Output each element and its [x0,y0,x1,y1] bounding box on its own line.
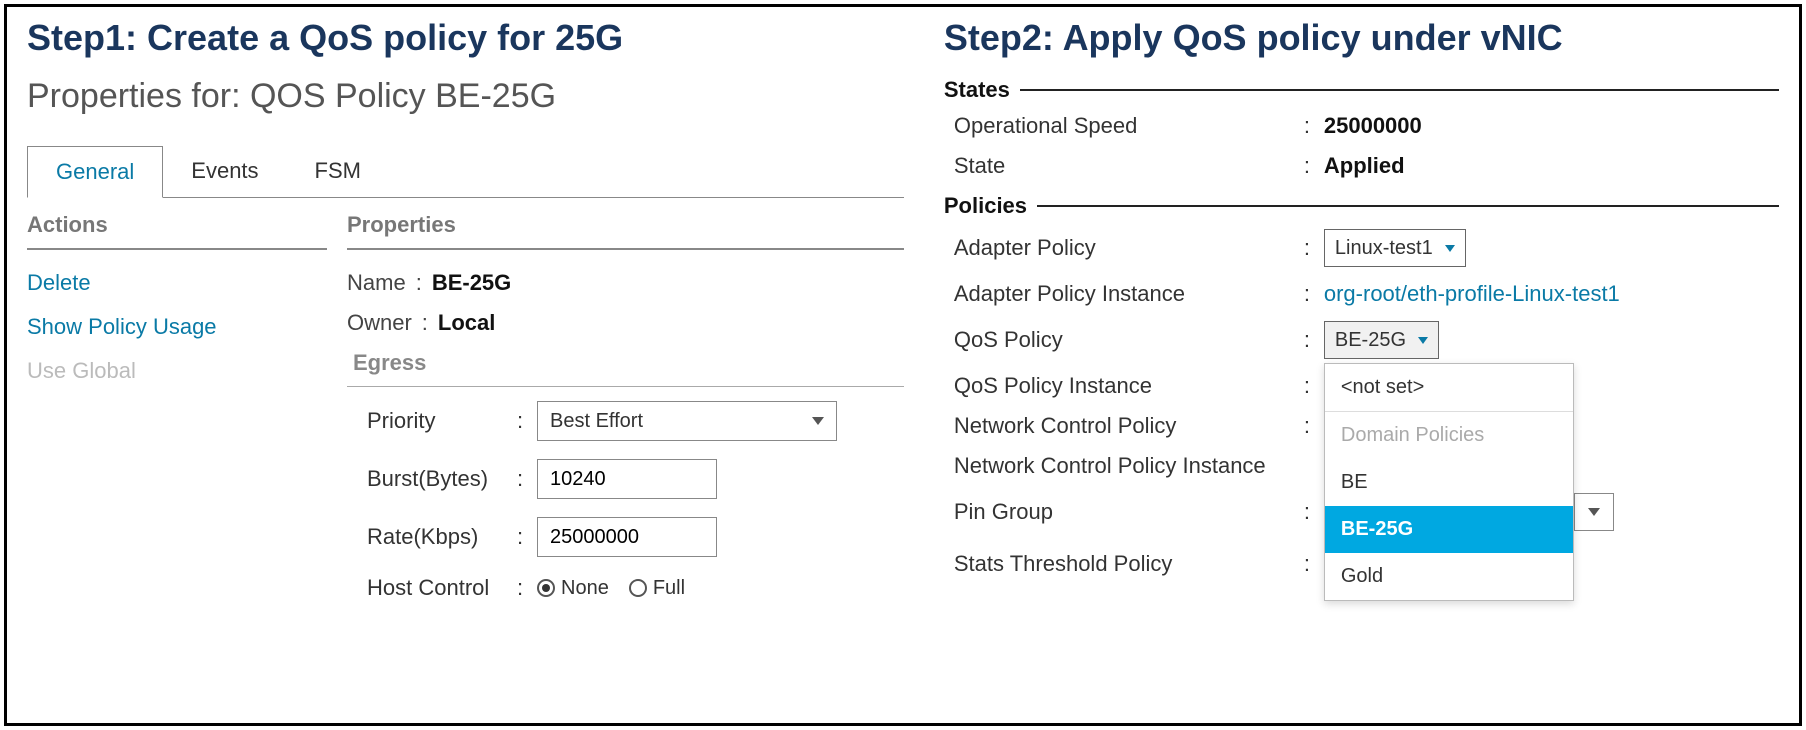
tab-events[interactable]: Events [163,146,286,197]
qos-policy-instance-label: QoS Policy Instance [944,373,1304,399]
qos-policy-label: QoS Policy [944,327,1304,353]
tab-fsm[interactable]: FSM [287,146,389,197]
owner-value: Local [438,310,495,336]
adapter-policy-label: Adapter Policy [944,235,1304,261]
qos-policy-value: BE-25G [1335,329,1406,352]
qos-option-be-25g[interactable]: BE-25G [1325,506,1573,553]
operational-speed-label: Operational Speed [944,113,1304,139]
rate-input[interactable] [537,517,717,557]
divider [27,248,327,250]
radio-label-full: Full [653,577,685,600]
caret-down-icon [1445,245,1455,252]
priority-select-value: Best Effort [550,410,643,433]
rate-label: Rate(Kbps) [367,524,517,550]
divider [347,386,904,387]
operational-speed-value: 25000000 [1324,113,1422,139]
step1-heading: Step1: Create a QoS policy for 25G [27,17,904,59]
caret-down-icon [812,417,824,425]
delete-action[interactable]: Delete [27,270,327,296]
show-policy-usage-action[interactable]: Show Policy Usage [27,314,327,340]
caret-down-icon [1588,508,1600,516]
stats-threshold-policy-label: Stats Threshold Policy [944,551,1304,577]
burst-label: Burst(Bytes) [367,466,517,492]
policies-heading: Policies [944,193,1027,219]
host-control-full-radio[interactable]: Full [629,577,685,600]
host-control-label: Host Control [367,575,517,601]
name-value: BE-25G [432,270,511,296]
qos-option-section-domain-policies: Domain Policies [1325,411,1573,459]
divider [1037,205,1779,207]
divider [347,248,904,250]
divider [1020,89,1779,91]
qos-policy-dropdown: <not set> Domain Policies BE BE-25G Gold [1324,363,1574,601]
adapter-policy-select[interactable]: Linux-test1 [1324,229,1466,267]
radio-label-none: None [561,577,609,600]
priority-label: Priority [367,408,517,434]
adapter-policy-instance-label: Adapter Policy Instance [944,281,1304,307]
qos-policy-select[interactable]: BE-25G [1324,321,1439,359]
adapter-policy-value: Linux-test1 [1335,237,1433,260]
burst-input[interactable] [537,459,717,499]
actions-heading: Actions [27,212,327,248]
states-heading: States [944,77,1010,103]
state-value: Applied [1324,153,1405,179]
owner-label: Owner [347,310,412,336]
caret-down-icon [1418,337,1428,344]
properties-heading: Properties [347,212,904,248]
tabs: General Events FSM [27,146,904,198]
pin-group-label: Pin Group [944,499,1304,525]
tab-general[interactable]: General [27,146,163,198]
use-global-action: Use Global [27,358,327,384]
radio-checked-icon [537,579,555,597]
network-control-policy-label: Network Control Policy [944,413,1304,439]
network-control-policy-instance-label: Network Control Policy Instance [944,453,1324,479]
name-label: Name [347,270,406,296]
state-label: State [944,153,1304,179]
step2-heading: Step2: Apply QoS policy under vNIC [944,17,1779,59]
host-control-none-radio[interactable]: None [537,577,609,600]
qos-option-not-set[interactable]: <not set> [1325,364,1573,411]
pin-group-select[interactable] [1574,493,1614,531]
adapter-policy-instance-link[interactable]: org-root/eth-profile-Linux-test1 [1324,281,1620,307]
egress-heading: Egress [347,350,904,376]
qos-option-be[interactable]: BE [1325,459,1573,506]
qos-option-gold[interactable]: Gold [1325,553,1573,600]
priority-select[interactable]: Best Effort [537,401,837,441]
radio-unchecked-icon [629,579,647,597]
properties-subtitle: Properties for: QOS Policy BE-25G [27,77,904,116]
